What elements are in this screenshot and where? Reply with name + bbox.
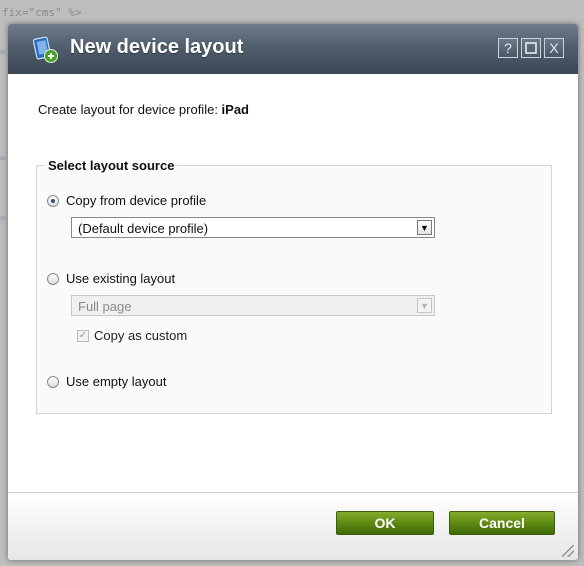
- check-icon: ✓: [77, 329, 89, 342]
- device-layout-icon: [32, 36, 58, 63]
- layout-source-fieldset: Select layout source Copy from device pr…: [36, 158, 552, 414]
- device-profile-select[interactable]: (Default device profile) ▼: [71, 217, 435, 238]
- copy-as-custom-label: Copy as custom: [94, 328, 188, 343]
- device-profile-select-value: (Default device profile): [78, 221, 209, 236]
- existing-layout-select-value: Full page: [78, 299, 132, 314]
- maximize-icon: [525, 42, 537, 54]
- background-code-line: fix="cms" %>: [2, 6, 82, 19]
- gutter-mark: =: [0, 154, 6, 164]
- dialog-footer: OK Cancel: [8, 492, 578, 560]
- maximize-button[interactable]: [521, 38, 541, 58]
- device-profile-name: iPad: [221, 102, 250, 117]
- copy-as-custom-option: ✓ Copy as custom: [77, 328, 187, 343]
- dialog-content: Create layout for device profile: iPad S…: [8, 74, 578, 492]
- help-button[interactable]: ?: [498, 38, 518, 58]
- intro-text: Create layout for device profile: iPad: [38, 102, 249, 117]
- ok-button[interactable]: OK: [336, 511, 434, 535]
- new-device-layout-dialog: New device layout ? X Create layout for …: [8, 24, 578, 560]
- dialog-title: New device layout: [70, 36, 244, 58]
- chevron-down-icon: ▼: [417, 298, 432, 313]
- gutter-mark: =: [0, 48, 6, 58]
- fieldset-legend: Select layout source: [48, 158, 175, 173]
- copy-from-profile-option[interactable]: Copy from device profile: [47, 193, 206, 208]
- use-existing-radio[interactable]: [47, 272, 59, 285]
- use-empty-option[interactable]: Use empty layout: [47, 374, 166, 389]
- chevron-down-icon[interactable]: ▼: [417, 220, 432, 235]
- copy-from-profile-radio[interactable]: [47, 194, 59, 207]
- intro-prefix: Create layout for device profile:: [38, 102, 222, 117]
- dialog-titlebar[interactable]: New device layout ? X: [8, 24, 578, 74]
- use-empty-label: Use empty layout: [66, 374, 167, 389]
- gutter-mark: =: [0, 214, 6, 224]
- use-existing-option[interactable]: Use existing layout: [47, 271, 175, 286]
- use-existing-label: Use existing layout: [66, 271, 176, 286]
- use-empty-radio[interactable]: [47, 375, 59, 388]
- copy-from-profile-label: Copy from device profile: [66, 193, 207, 208]
- resize-grip-icon[interactable]: [562, 545, 574, 557]
- existing-layout-select: Full page ▼: [71, 295, 435, 316]
- close-button[interactable]: X: [544, 38, 564, 58]
- cancel-button[interactable]: Cancel: [449, 511, 555, 535]
